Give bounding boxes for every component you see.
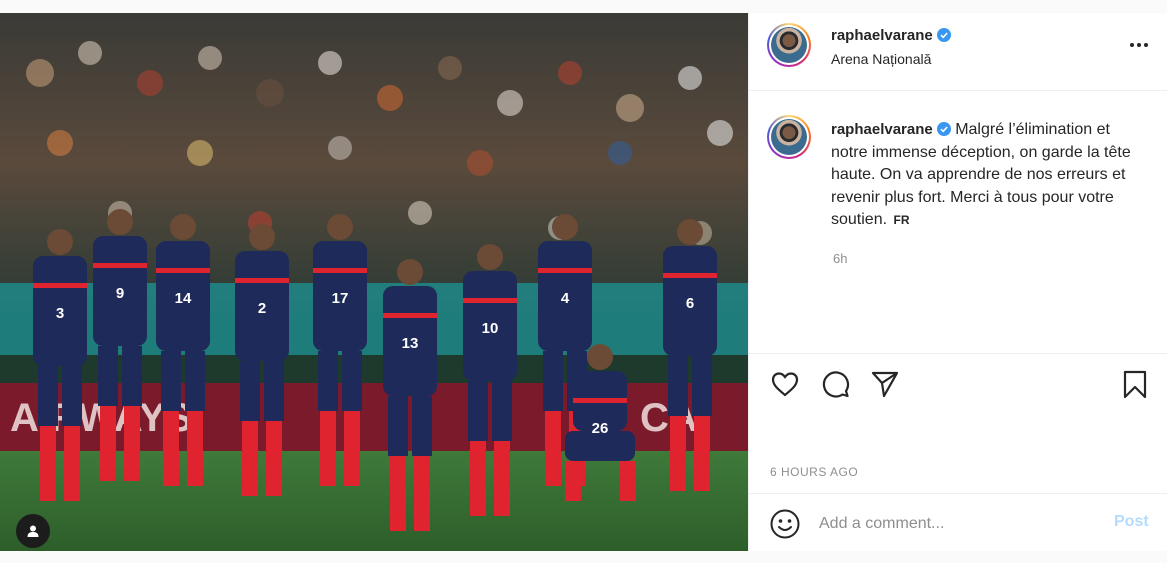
shirt-number: 26 xyxy=(592,420,609,437)
verified-badge-icon xyxy=(936,28,951,42)
header-username[interactable]: raphaelvarane xyxy=(831,27,933,44)
shirt-number: 17 xyxy=(332,290,349,307)
verified-badge-icon xyxy=(936,122,951,136)
header-username-row: raphaelvarane xyxy=(831,27,951,45)
post-caption: raphaelvarane Malgré l’élimination et no… xyxy=(831,119,1141,232)
author-avatar[interactable] xyxy=(767,23,811,67)
comment-icon[interactable] xyxy=(819,368,851,400)
shirt-number: 10 xyxy=(482,320,499,337)
post-comment-button[interactable]: Post xyxy=(1114,513,1149,531)
shirt-number: 9 xyxy=(116,285,124,302)
action-bar xyxy=(749,353,1167,413)
send-icon[interactable] xyxy=(869,368,901,400)
post-location[interactable]: Arena Națională xyxy=(831,51,931,67)
post-header: raphaelvarane Arena Națională xyxy=(749,13,1167,91)
shirt-number: 2 xyxy=(258,300,266,317)
team-lineup-photo: AIRWAYS CA 391421713104266 xyxy=(0,13,748,551)
comment-bar: Post xyxy=(749,493,1167,551)
posted-time[interactable]: 6 HOURS AGO xyxy=(770,465,858,479)
caption-username[interactable]: raphaelvarane xyxy=(831,121,933,138)
shirt-number: 6 xyxy=(686,295,694,312)
comment-input[interactable] xyxy=(819,512,1099,536)
instagram-post-page: AIRWAYS CA 391421713104266 raphaelvarane… xyxy=(0,0,1167,563)
user-tag-button[interactable] xyxy=(16,514,50,548)
emoji-icon[interactable] xyxy=(769,508,801,540)
see-translation-link[interactable]: FR xyxy=(894,213,910,227)
more-options-icon[interactable] xyxy=(1125,35,1153,55)
caption-timestamp[interactable]: 6h xyxy=(833,251,847,266)
post-photo[interactable]: AIRWAYS CA 391421713104266 xyxy=(0,13,748,551)
shirt-number: 13 xyxy=(402,335,419,352)
shirt-number: 14 xyxy=(175,290,192,307)
shirt-number: 3 xyxy=(56,305,64,322)
user-tag-icon xyxy=(27,525,39,537)
heart-icon[interactable] xyxy=(769,368,801,400)
caption-avatar[interactable] xyxy=(767,115,811,159)
bookmark-icon[interactable] xyxy=(1119,368,1151,400)
shirt-number: 4 xyxy=(561,290,570,307)
post-side-panel: raphaelvarane Arena Națională raphaelvar… xyxy=(748,13,1167,551)
